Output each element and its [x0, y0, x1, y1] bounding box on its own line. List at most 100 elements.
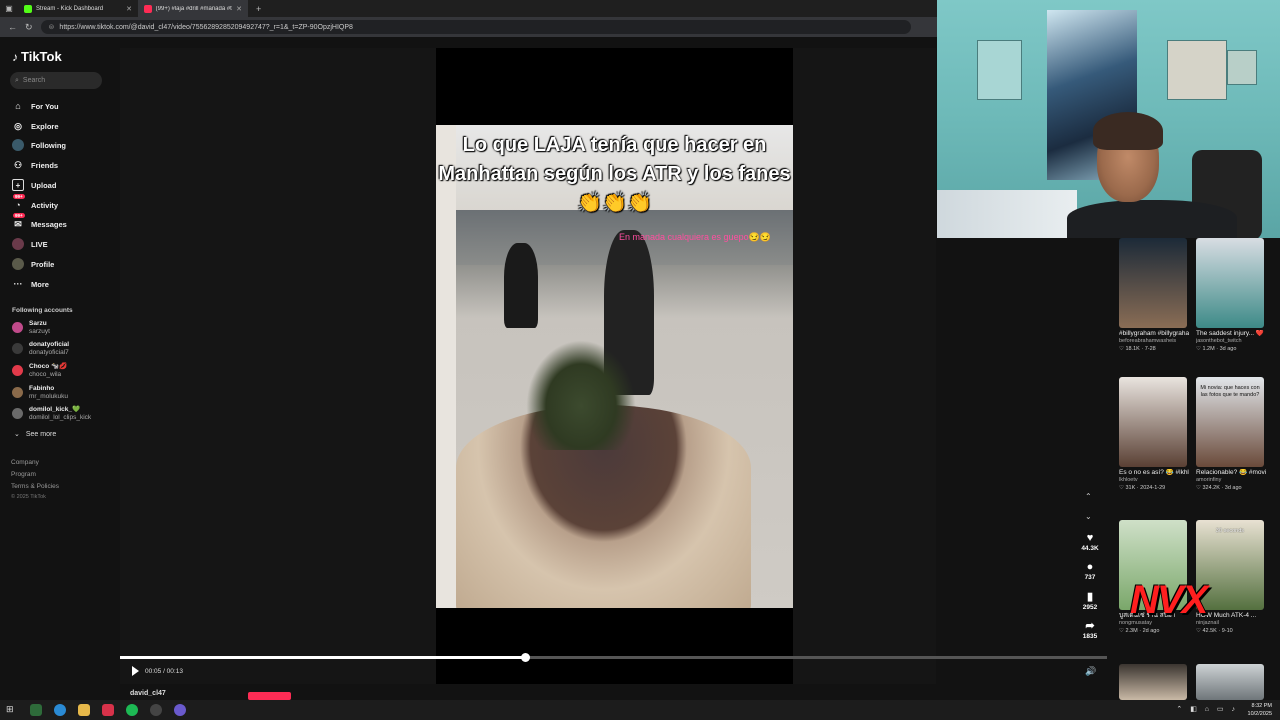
system-clock[interactable]: 8:32 PM 10/2/2025 — [1248, 702, 1272, 718]
webcam-overlay — [937, 0, 1280, 238]
discord-icon[interactable] — [174, 704, 186, 716]
tab-kick-dashboard[interactable]: Stream - Kick Dashboard ✕ — [18, 0, 138, 17]
app-taskbar-icon[interactable] — [102, 704, 114, 716]
new-tab-icon[interactable]: + — [256, 4, 261, 14]
video-progress-bar[interactable] — [120, 653, 1107, 662]
nav-label: Friends — [31, 160, 59, 170]
account-handle: domilol_lol_clips_kick — [29, 414, 92, 421]
recommended-card[interactable]: #billygraham #billygrahamsermo... before… — [1119, 238, 1189, 353]
account-item[interactable]: Choco 🐄💋 choco_wila — [12, 363, 67, 378]
recommended-title: Relacionable? 😂 #movios #novias... — [1196, 469, 1266, 476]
recommended-author: lkhloetv — [1119, 477, 1138, 483]
messages-icon: ✉ 99+ — [13, 213, 25, 229]
system-tray-icons[interactable]: ⌃ ◧ ⌂ ▭ ♪ — [1176, 705, 1238, 713]
recommended-card[interactable]: Es o no es así? 😂 #lkhloetv #viral #fyp … — [1119, 377, 1189, 492]
video-plant — [526, 340, 636, 450]
close-tab-icon[interactable]: ✕ — [236, 5, 242, 13]
footer-company-link[interactable]: Company — [11, 459, 39, 466]
recommended-card[interactable]: Mi novia: que haces con las fotos que te… — [1196, 377, 1266, 492]
tab-tiktok-video[interactable]: (99+) #laja #drill #manada #tesie ✕ — [138, 0, 248, 17]
close-tab-icon[interactable]: ✕ — [126, 5, 132, 13]
chevron-down-icon: ⌄ — [14, 431, 20, 438]
account-item[interactable]: donatyoficial donatyoficial7 — [12, 341, 69, 356]
footer-terms-link[interactable]: Terms & Policies — [11, 483, 59, 490]
account-name: Choco 🐄💋 — [29, 363, 68, 370]
more-icon: ··· — [13, 279, 23, 289]
footer-program-link[interactable]: Program — [11, 471, 36, 478]
chevron-up-icon[interactable]: ⌃ — [1085, 492, 1092, 501]
reload-icon[interactable]: ↻ — [25, 22, 33, 33]
thumbnail-overlay-text: Mi novia: que haces con las fotos que te… — [1200, 385, 1260, 398]
recommended-author: beforeabrahamwasheis — [1119, 338, 1177, 344]
recommended-author: amorinfiny — [1196, 477, 1222, 483]
clock-date: 10/2/2025 — [1247, 711, 1272, 717]
follow-button[interactable] — [248, 692, 291, 700]
file-explorer-icon[interactable] — [78, 704, 90, 716]
obs-icon[interactable] — [150, 704, 162, 716]
account-item[interactable]: domilol_kick_💚 domilol_lol_clips_kick — [12, 406, 91, 421]
video-time: 00:05 / 00:13 — [145, 667, 183, 675]
nav-activity[interactable]: ◔ 99+ Activity — [12, 194, 58, 211]
spotify-icon[interactable] — [126, 704, 138, 716]
app-taskbar-icon[interactable] — [30, 704, 42, 716]
windows-taskbar: ⊞ ⌃ ◧ ⌂ ▭ ♪ 8:32 PM 10/2/2025 — [0, 700, 1280, 720]
wall-poster — [1227, 50, 1257, 85]
account-item[interactable]: Fabinho mr_molukuku — [12, 385, 68, 400]
site-info-icon[interactable]: ⊜ — [49, 23, 55, 31]
recommended-card[interactable] — [1119, 664, 1189, 700]
tiktok-logo[interactable]: ♪ TikTok — [12, 49, 62, 64]
nav-friends[interactable]: ⚇ Friends — [12, 159, 58, 171]
search-input[interactable]: ⌕ Search — [10, 72, 102, 89]
see-more-button[interactable]: ⌄ See more — [14, 430, 56, 439]
comment-button[interactable]: ● 737 — [1077, 561, 1103, 581]
recommended-thumbnail: Mi novia: que haces con las fotos que te… — [1196, 377, 1264, 467]
nav-label: Messages — [31, 219, 67, 229]
save-button[interactable]: ▮ 2952 — [1077, 591, 1103, 611]
progress-knob[interactable] — [520, 653, 530, 662]
nav-upload[interactable]: + Upload — [12, 179, 56, 191]
recommended-card[interactable] — [1196, 664, 1266, 700]
nav-for-you[interactable]: ⌂ For You — [12, 100, 58, 112]
search-placeholder: Search — [22, 77, 46, 84]
video-person-left — [504, 243, 538, 328]
browser-taskbar-icon[interactable] — [54, 704, 66, 716]
recommended-thumbnail — [1196, 664, 1264, 700]
nav-messages[interactable]: ✉ 99+ Messages — [12, 213, 67, 230]
comment-icon: ● — [1086, 561, 1094, 573]
video-author[interactable]: david_cl47 — [130, 690, 166, 697]
nav-following[interactable]: Following — [12, 139, 66, 151]
nav-more[interactable]: ··· More — [12, 278, 49, 290]
activity-icon: ◔ 99+ — [13, 194, 25, 210]
recommended-card[interactable]: 30 seconds HOW Much ATK-4 ... ninjaznail… — [1196, 520, 1266, 635]
address-bar: ← ↻ ⊜ https://www.tiktok.com/@david_cl47… — [0, 17, 937, 37]
nav-explore[interactable]: ◎ Explore — [12, 120, 59, 132]
playback-controls: 00:05 / 00:13 — [132, 666, 183, 676]
tab-menu-icon[interactable]: ▣ — [0, 0, 18, 17]
nav-label: Following — [31, 140, 66, 150]
share-button[interactable]: ➦ 1835 — [1077, 620, 1103, 640]
nav-label: Explore — [31, 121, 59, 131]
video-frame[interactable]: Lo que LAJA tenía que hacer en Manhattan… — [436, 125, 793, 608]
nvx-watermark: NVX — [1130, 578, 1208, 622]
like-button[interactable]: ♥ 44.3K — [1077, 532, 1103, 552]
nav-live[interactable]: LIVE — [12, 238, 48, 250]
save-count: 2952 — [1082, 604, 1098, 611]
play-icon[interactable] — [132, 666, 139, 676]
chevron-down-icon[interactable]: ⌄ — [1085, 512, 1092, 521]
back-icon[interactable]: ← — [8, 22, 17, 32]
url-input[interactable]: ⊜ https://www.tiktok.com/@david_cl47/vid… — [40, 20, 911, 34]
upload-icon: + — [12, 179, 24, 191]
recommended-card[interactable]: The saddest injury... ❤️ jasonthebot_twi… — [1196, 238, 1266, 353]
account-name: donatyoficial — [29, 341, 70, 348]
wall-poster — [1167, 40, 1227, 100]
video-caption: Lo que LAJA tenía que hacer en Manhattan… — [438, 134, 791, 214]
player-backdrop-left — [120, 48, 436, 684]
windows-start-icon[interactable]: ⊞ — [6, 704, 18, 716]
nav-profile[interactable]: Profile — [12, 258, 54, 270]
video-player[interactable]: Lo que LAJA tenía que hacer en Manhattan… — [120, 48, 936, 684]
copyright-text: © 2025 TikTok — [11, 494, 46, 500]
volume-icon[interactable]: 🔊 — [1085, 666, 1096, 677]
bookmark-icon: ▮ — [1086, 591, 1094, 603]
account-item[interactable]: Sarzu sarzuyt — [12, 320, 50, 335]
following-accounts-title: Following accounts — [12, 307, 73, 314]
